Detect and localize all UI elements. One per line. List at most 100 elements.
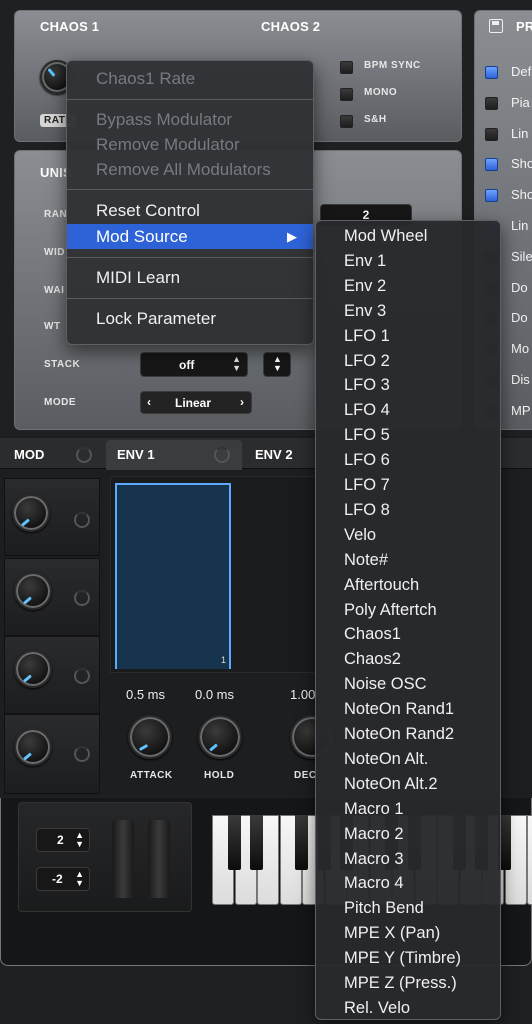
- menu-item-mod-source[interactable]: Mod Source ▶: [67, 224, 313, 249]
- mod-source-item[interactable]: Macro 1: [344, 797, 404, 822]
- mod-knob-2[interactable]: [14, 572, 52, 610]
- mod-knob-4[interactable]: [14, 728, 52, 766]
- prefs-item-label: Dis: [511, 372, 530, 387]
- mod-source-item[interactable]: LFO 3: [344, 373, 390, 398]
- prefs-checkbox[interactable]: [485, 189, 498, 203]
- mod-source-item[interactable]: LFO 5: [344, 423, 390, 448]
- unison-row-3: WAI: [44, 285, 65, 296]
- mod-source-item[interactable]: NoteOn Rand1: [344, 697, 454, 722]
- mode-prev-icon[interactable]: ‹: [147, 395, 151, 409]
- menu-item-lock-parameter[interactable]: Lock Parameter: [67, 308, 313, 330]
- stack-value: off: [179, 358, 195, 372]
- mod-source-item[interactable]: LFO 4: [344, 398, 390, 423]
- submenu-arrow-icon: ▶: [287, 229, 297, 244]
- menu-item-reset-control[interactable]: Reset Control: [67, 200, 313, 222]
- mod-source-item[interactable]: Macro 3: [344, 847, 404, 872]
- pitch-up-spinner[interactable]: 2 ▲ ▼: [36, 828, 90, 852]
- menu-separator: [67, 99, 313, 100]
- mod-slot-ring-1[interactable]: [74, 512, 90, 528]
- mod-knob-3[interactable]: [14, 650, 52, 688]
- menu-item-bypass-modulator: Bypass Modulator: [96, 110, 233, 129]
- black-key[interactable]: [227, 815, 241, 870]
- menu-separator: [67, 257, 313, 258]
- white-key[interactable]: [527, 815, 532, 905]
- mod-source-item[interactable]: NoteOn Alt.: [344, 747, 428, 772]
- prefs-checkbox[interactable]: [485, 158, 498, 172]
- pitch-down-spinner[interactable]: -2 ▲ ▼: [36, 867, 90, 891]
- mod-source-item[interactable]: MPE Z (Press.): [344, 971, 457, 996]
- tab-env2[interactable]: ENV 2: [255, 441, 293, 469]
- pitch-wheel[interactable]: [112, 820, 134, 898]
- context-menu: Chaos1 Rate Bypass Modulator Remove Modu…: [66, 60, 314, 345]
- mod-source-item[interactable]: LFO 2: [344, 349, 390, 374]
- prefs-item-label: Do: [511, 279, 528, 295]
- tab-mod[interactable]: MOD: [14, 441, 44, 469]
- pitch-down-value: -2: [52, 872, 63, 886]
- envelope-display[interactable]: 1: [110, 476, 317, 673]
- menu-item-remove-modulator: Remove Modulator: [96, 135, 240, 154]
- menu-item-midi-learn[interactable]: MIDI Learn: [67, 267, 313, 289]
- prefs-checkbox[interactable]: [485, 96, 498, 110]
- mode-selector[interactable]: ‹ Linear ›: [140, 391, 252, 414]
- prefs-item-label: Sile: [511, 248, 532, 264]
- prefs-checkbox[interactable]: [485, 66, 498, 79]
- mod-source-item[interactable]: Env 1: [344, 249, 386, 274]
- stack-aux-spinner[interactable]: ▲ ▼: [263, 352, 291, 377]
- prefs-item-label: Lin: [511, 125, 529, 141]
- stack-spinner[interactable]: off ▲ ▼: [140, 352, 248, 377]
- mod-source-item[interactable]: LFO 8: [344, 498, 390, 523]
- mod-slot-ring-2[interactable]: [74, 590, 90, 606]
- mod-source-item[interactable]: LFO 6: [344, 448, 390, 473]
- mode-next-icon[interactable]: ›: [240, 395, 244, 409]
- mod-source-item[interactable]: Chaos1: [344, 622, 401, 647]
- mod-slot-ring-4[interactable]: [74, 746, 90, 762]
- mod-source-item[interactable]: Note#: [344, 548, 388, 573]
- mod-source-item[interactable]: Mod Wheel: [344, 224, 427, 249]
- mod-source-item[interactable]: Macro 4: [344, 871, 404, 896]
- aux-arrows-icon: ▲ ▼: [273, 354, 282, 373]
- prefs-item-label: Sho: [511, 156, 532, 172]
- env-value-decay: 1.00: [290, 687, 316, 702]
- unison-row-1: RAN: [44, 209, 68, 220]
- mod-source-item[interactable]: Macro 2: [344, 822, 404, 847]
- save-icon[interactable]: [489, 19, 503, 33]
- prefs-checkbox[interactable]: [485, 127, 498, 141]
- mod-source-item[interactable]: MPE X (Pan): [344, 921, 440, 946]
- sh-checkbox[interactable]: [340, 115, 353, 128]
- prefs-item-label: Do: [511, 310, 528, 326]
- prefs-item-label: Pia: [511, 94, 530, 110]
- mod-source-item[interactable]: LFO 7: [344, 473, 390, 498]
- mod-slot-ring-3[interactable]: [74, 668, 90, 684]
- envelope-shape: [115, 483, 231, 669]
- mod-source-item[interactable]: Chaos2: [344, 647, 401, 672]
- mod-source-item[interactable]: Rel. Velo: [344, 996, 410, 1021]
- prefs-title: PR: [516, 19, 532, 34]
- bpm-sync-label: BPM SYNC: [364, 60, 421, 71]
- bpm-sync-checkbox[interactable]: [340, 61, 353, 74]
- mod-source-item[interactable]: LFO 1: [344, 324, 390, 349]
- mod-source-item[interactable]: Velo: [344, 523, 376, 548]
- mod-knob-1[interactable]: [12, 494, 50, 532]
- unison-row-4: WT: [44, 321, 61, 332]
- mod-source-item[interactable]: Poly Aftertch: [344, 598, 437, 623]
- mod-source-item[interactable]: MPE Y (Timbre): [344, 946, 461, 971]
- mod-source-item[interactable]: Noise OSC: [344, 672, 427, 697]
- attack-knob[interactable]: [128, 715, 172, 759]
- mod-source-item[interactable]: Env 3: [344, 299, 386, 324]
- mod-source-item[interactable]: NoteOn Rand2: [344, 722, 454, 747]
- mode-label: MODE: [44, 397, 76, 408]
- tab-env1[interactable]: ENV 1: [117, 441, 155, 469]
- mod-source-item[interactable]: NoteOn Alt.2: [344, 772, 438, 797]
- black-key[interactable]: [295, 815, 308, 870]
- hold-knob[interactable]: [198, 715, 242, 759]
- mono-label: MONO: [364, 87, 398, 98]
- mod-source-item[interactable]: Aftertouch: [344, 573, 419, 598]
- prefs-item-label: MP: [511, 402, 531, 418]
- black-key[interactable]: [250, 815, 263, 870]
- mono-checkbox[interactable]: [340, 88, 353, 101]
- mod-source-item[interactable]: Pitch Bend: [344, 896, 424, 921]
- pitch-up-value: 2: [57, 833, 64, 847]
- mod-wheel[interactable]: [148, 820, 170, 898]
- prefs-item-label: Mo: [511, 341, 530, 357]
- mod-source-item[interactable]: Env 2: [344, 274, 386, 299]
